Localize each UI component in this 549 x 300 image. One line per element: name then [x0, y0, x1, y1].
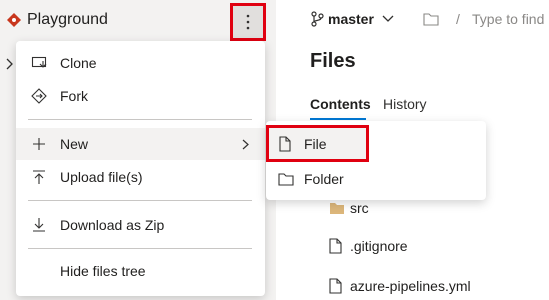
repo-icon: [7, 13, 21, 27]
tab-history[interactable]: History: [383, 96, 427, 112]
path-search-input[interactable]: Type to find: [472, 11, 544, 27]
submenu-item-label: Folder: [304, 171, 344, 187]
menu-item-label: Upload file(s): [60, 169, 143, 185]
file-icon: [279, 136, 291, 152]
upload-icon: [33, 170, 45, 184]
list-item[interactable]: azure-pipelines.yml: [350, 278, 471, 294]
menu-item-new[interactable]: New: [16, 128, 265, 160]
new-submenu: File Folder: [266, 121, 486, 200]
menu-item-label: New: [60, 136, 89, 152]
list-item[interactable]: .gitignore: [350, 238, 408, 254]
menu-item-download-zip[interactable]: Download as Zip: [16, 209, 265, 241]
file-icon: [329, 278, 342, 294]
menu-item-clone[interactable]: Clone: [16, 47, 265, 79]
submenu-item-file[interactable]: File: [266, 125, 369, 162]
folder-icon: [330, 203, 344, 214]
fork-icon: [31, 88, 47, 104]
clone-icon: [31, 56, 47, 68]
repo-name[interactable]: Playground: [27, 11, 108, 29]
submenu-item-label: File: [304, 136, 327, 152]
branch-icon: [311, 11, 324, 27]
breadcrumb-separator: /: [456, 11, 460, 27]
menu-item-fork[interactable]: Fork: [16, 80, 265, 112]
menu-item-label: Hide files tree: [60, 263, 146, 279]
menu-divider: [28, 200, 252, 201]
plus-icon: [33, 138, 45, 150]
menu-item-label: Fork: [60, 88, 88, 104]
menu-item-label: Download as Zip: [60, 217, 165, 233]
download-icon: [33, 218, 45, 232]
submenu-item-folder[interactable]: Folder: [266, 164, 486, 196]
menu-item-hide-files-tree[interactable]: Hide files tree: [16, 255, 265, 287]
branch-selector[interactable]: master: [328, 11, 374, 27]
chevron-right-icon[interactable]: [4, 58, 14, 70]
more-actions-button[interactable]: [230, 3, 266, 41]
chevron-right-icon: [242, 139, 249, 150]
list-item[interactable]: src: [350, 200, 369, 216]
more-vertical-icon: [246, 14, 250, 30]
menu-divider: [28, 248, 252, 249]
menu-item-upload[interactable]: Upload file(s): [16, 161, 265, 193]
menu-divider: [28, 119, 252, 120]
more-actions-menu: Clone Fork New Upload file(s) Download a…: [16, 41, 265, 296]
folder-icon: [423, 13, 439, 26]
tab-contents[interactable]: Contents: [310, 96, 371, 112]
page-title: Files: [310, 50, 356, 72]
file-icon: [329, 238, 342, 254]
active-tab-indicator: [310, 118, 366, 120]
folder-icon: [278, 173, 294, 186]
chevron-down-icon[interactable]: [382, 14, 394, 24]
menu-item-label: Clone: [60, 55, 97, 71]
